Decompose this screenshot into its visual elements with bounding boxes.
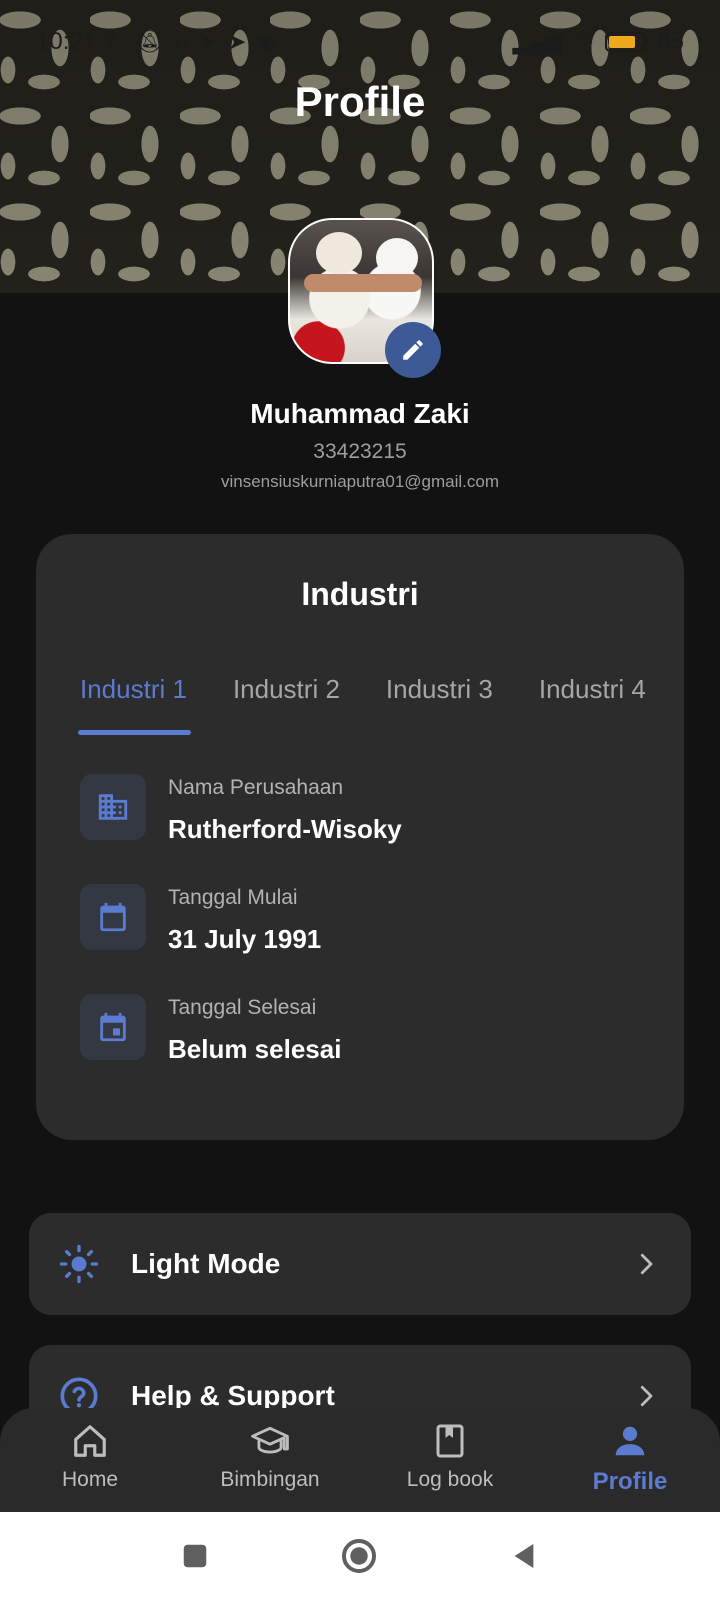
tab-industri-3[interactable]: Industri 3 — [386, 674, 493, 735]
person-icon — [615, 1426, 645, 1456]
tab-industri-2[interactable]: Industri 2 — [233, 674, 340, 735]
dot-icon: · — [285, 29, 293, 54]
telegram-icon: ➤ — [199, 29, 218, 54]
battery-level: 85 — [657, 28, 684, 55]
company-name-label: Nama Perusahaan — [168, 776, 344, 799]
bottom-navigation: Home Bimbingan Log book Profile — [0, 1408, 720, 1512]
profile-name: Muhammad Zaki — [250, 398, 470, 429]
end-date-row: Tanggal Selesai Belum selesai — [80, 994, 341, 1065]
home-button[interactable] — [340, 1537, 378, 1575]
light-mode-label: Light Mode — [131, 1248, 281, 1279]
profile-email: vinsensiuskurniaputra01@gmail.com — [220, 472, 500, 491]
industry-card: Industri Industri 1 Industri 2 Industri … — [36, 534, 684, 1140]
sun-icon — [59, 1244, 99, 1284]
building-icon — [80, 774, 146, 840]
page-title: Profile — [294, 78, 426, 125]
edit-avatar-button[interactable] — [385, 322, 441, 378]
start-date-value: 31 July 1991 — [168, 924, 322, 954]
profile-id: 33423215 — [313, 440, 407, 463]
pencil-icon — [403, 340, 423, 360]
nav-bimbingan-label: Bimbingan — [220, 1468, 320, 1491]
back-button[interactable] — [508, 1540, 540, 1572]
light-mode-button[interactable]: Light Mode — [29, 1213, 691, 1315]
end-date-value: Belum selesai — [168, 1034, 342, 1064]
battery-icon — [605, 32, 649, 52]
company-name-row: Nama Perusahaan Rutherford-Wisoky — [80, 774, 402, 845]
status-time: 10:21 — [36, 28, 97, 55]
book-icon — [436, 1424, 464, 1458]
nav-profile[interactable]: Profile — [540, 1408, 720, 1512]
tab-industri-1[interactable]: Industri 1 — [78, 674, 191, 735]
nav-logbook-label: Log book — [406, 1468, 494, 1491]
nav-profile-label: Profile — [592, 1468, 668, 1495]
telegram-icon: ➤ — [227, 29, 247, 54]
industry-card-title: Industri — [301, 576, 419, 612]
status-bar: 10:21 ☾ 🔕︎ ∩ ➤ ➤ ◉ · ▂▄▆ ◠ 85 — [0, 24, 720, 60]
calendar-event-icon — [80, 994, 146, 1060]
nav-home-label: Home — [61, 1468, 119, 1491]
chevron-right-icon — [640, 1253, 653, 1275]
tab-industri-4[interactable]: Industri 4 — [539, 674, 646, 735]
chevron-right-icon — [640, 1385, 653, 1407]
company-name-value: Rutherford-Wisoky — [168, 814, 402, 844]
calendar-icon — [80, 884, 146, 950]
bell-off-icon: 🔕︎ — [135, 29, 164, 54]
app-icon: ◉ — [256, 29, 276, 54]
nav-bimbingan[interactable]: Bimbingan — [180, 1408, 360, 1512]
industry-tabs: Industri 1 Industri 2 Industri 3 Industr… — [78, 674, 646, 735]
system-navigation-bar — [0, 1512, 720, 1600]
start-date-label: Tanggal Mulai — [168, 886, 298, 909]
graduation-cap-icon — [251, 1426, 289, 1454]
headphones-icon: ∩ — [173, 29, 190, 54]
nav-home[interactable]: Home — [0, 1408, 180, 1512]
nav-logbook[interactable]: Log book — [360, 1408, 540, 1512]
recents-button[interactable] — [180, 1541, 210, 1571]
signal-icon: ▂▄▆ — [512, 29, 563, 54]
end-date-label: Tanggal Selesai — [168, 996, 317, 1019]
moon-icon: ☾ — [106, 29, 126, 54]
home-icon — [74, 1425, 106, 1457]
start-date-row: Tanggal Mulai 31 July 1991 — [80, 884, 321, 955]
wifi-icon: ◠ — [574, 29, 594, 54]
